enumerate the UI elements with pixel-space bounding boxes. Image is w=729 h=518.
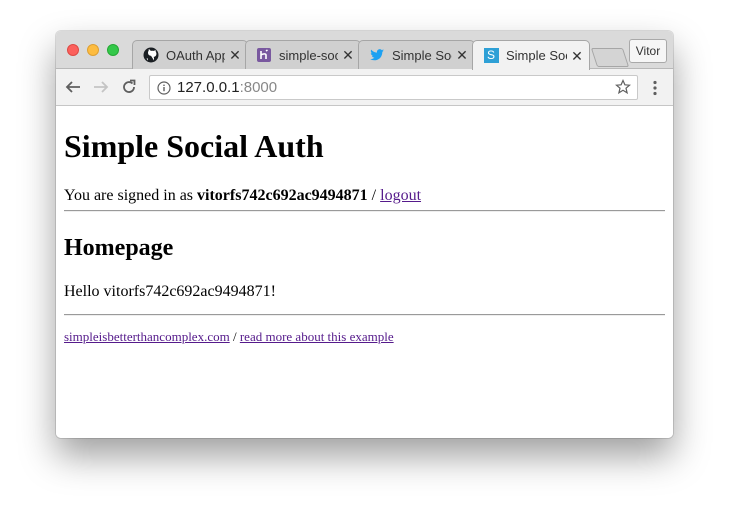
new-tab-button[interactable] (590, 48, 630, 67)
signed-in-line: You are signed in as vitorfs742c692ac949… (64, 187, 421, 205)
close-tab-icon[interactable]: ✕ (571, 49, 583, 63)
url-text: 127.0.0.1:8000 (177, 79, 277, 96)
github-icon (143, 47, 159, 63)
navigation-toolbar: 127.0.0.1:8000 (56, 69, 673, 106)
twitter-icon (369, 47, 385, 63)
reload-icon[interactable] (120, 78, 138, 96)
tab-title: Simple Soc (392, 47, 452, 63)
tab-title: OAuth App (166, 47, 225, 63)
minimize-window-button[interactable] (87, 44, 99, 56)
read-more-link[interactable]: read more about this example (240, 329, 394, 344)
heroku-icon (256, 47, 272, 63)
tab-title: Simple Soc (506, 48, 567, 63)
tab-heroku[interactable]: simple-soc ✕ (245, 40, 361, 69)
divider (64, 314, 665, 316)
page-content: Simple Social Auth You are signed in as … (56, 106, 673, 438)
zoom-window-button[interactable] (107, 44, 119, 56)
site-link[interactable]: simpleisbetterthancomplex.com (64, 329, 230, 344)
close-tab-icon[interactable]: ✕ (456, 48, 468, 62)
section-heading: Homepage (64, 235, 174, 261)
browser-window: OAuth App ✕ simple-soc ✕ Simple Soc ✕ S … (56, 31, 673, 438)
profile-button[interactable]: Vitor (629, 39, 667, 63)
close-tab-icon[interactable]: ✕ (229, 48, 241, 62)
url-host: 127.0.0.1 (177, 79, 240, 96)
bookmark-star-icon[interactable] (615, 79, 631, 100)
close-tab-icon[interactable]: ✕ (342, 48, 354, 62)
url-port: :8000 (239, 79, 278, 96)
tab-oauth-app[interactable]: OAuth App ✕ (132, 40, 248, 69)
divider (64, 210, 665, 212)
page-title: Simple Social Auth (64, 128, 324, 164)
tab-twitter[interactable]: Simple Soc ✕ (358, 40, 475, 69)
more-menu-icon[interactable] (652, 80, 658, 96)
footer: simpleisbetterthancomplex.com / read mor… (64, 329, 394, 345)
signed-in-prefix: You are signed in as (64, 187, 194, 204)
username: vitorfs742c692ac9494871 (197, 187, 368, 204)
info-icon[interactable] (157, 81, 171, 100)
close-window-button[interactable] (67, 44, 79, 56)
logout-link[interactable]: logout (380, 187, 421, 204)
separator: / (371, 187, 377, 204)
s-favicon-icon: S (483, 48, 499, 64)
address-bar[interactable]: 127.0.0.1:8000 (149, 75, 638, 100)
back-arrow-icon[interactable] (64, 78, 82, 96)
tab-simple-social-auth[interactable]: S Simple Soc ✕ (472, 40, 590, 70)
s-favicon-letter: S (483, 48, 499, 63)
footer-separator: / (232, 329, 237, 344)
tab-title: simple-soc (279, 47, 338, 63)
title-bar: OAuth App ✕ simple-soc ✕ Simple Soc ✕ S … (56, 31, 673, 70)
forward-arrow-icon[interactable] (92, 78, 110, 96)
greeting-text: Hello vitorfs742c692ac9494871! (64, 283, 276, 300)
